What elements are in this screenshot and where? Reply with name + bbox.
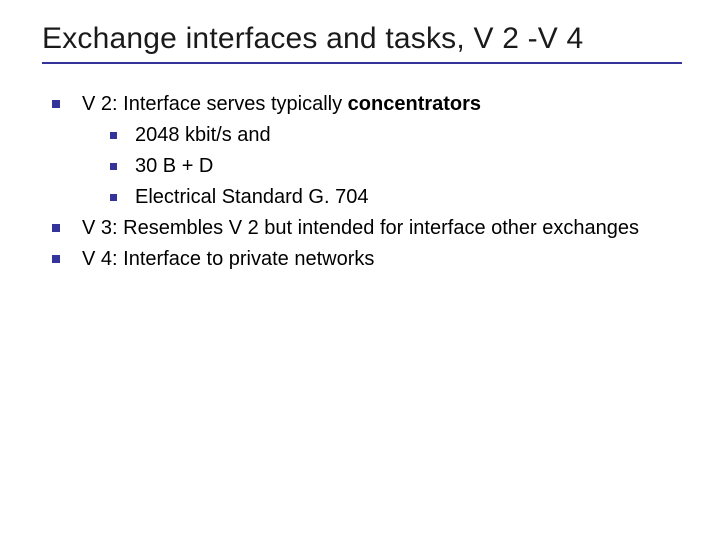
text-span: V 2: Interface serves typically (82, 93, 348, 115)
list-item-text: V 3: Resembles V 2 but intended for inte… (82, 214, 690, 243)
bullet-square-icon (52, 224, 60, 232)
list-item: Electrical Standard G. 704 (52, 183, 690, 212)
text-bold: concentrators (348, 93, 481, 115)
list-item-text: V 4: Interface to private networks (82, 245, 690, 274)
bullet-square-icon (110, 194, 117, 201)
bullet-square-icon (110, 132, 117, 139)
list-item: 2048 kbit/s and (52, 121, 690, 150)
list-item-text: 30 B + D (135, 152, 690, 181)
slide-content: V 2: Interface serves typically concentr… (42, 90, 690, 274)
bullet-square-icon (52, 100, 60, 108)
bullet-square-icon (52, 255, 60, 263)
list-item-text: Electrical Standard G. 704 (135, 183, 690, 212)
list-item: V 4: Interface to private networks (52, 245, 690, 274)
page-title: Exchange interfaces and tasks, V 2 -V 4 (42, 22, 690, 56)
list-item-text: V 2: Interface serves typically concentr… (82, 90, 690, 119)
list-item: V 3: Resembles V 2 but intended for inte… (52, 214, 690, 243)
list-item: 30 B + D (52, 152, 690, 181)
slide: Exchange interfaces and tasks, V 2 -V 4 … (0, 0, 720, 540)
list-item-text: 2048 kbit/s and (135, 121, 690, 150)
bullet-square-icon (110, 163, 117, 170)
list-item: V 2: Interface serves typically concentr… (52, 90, 690, 119)
title-underline (42, 62, 682, 64)
